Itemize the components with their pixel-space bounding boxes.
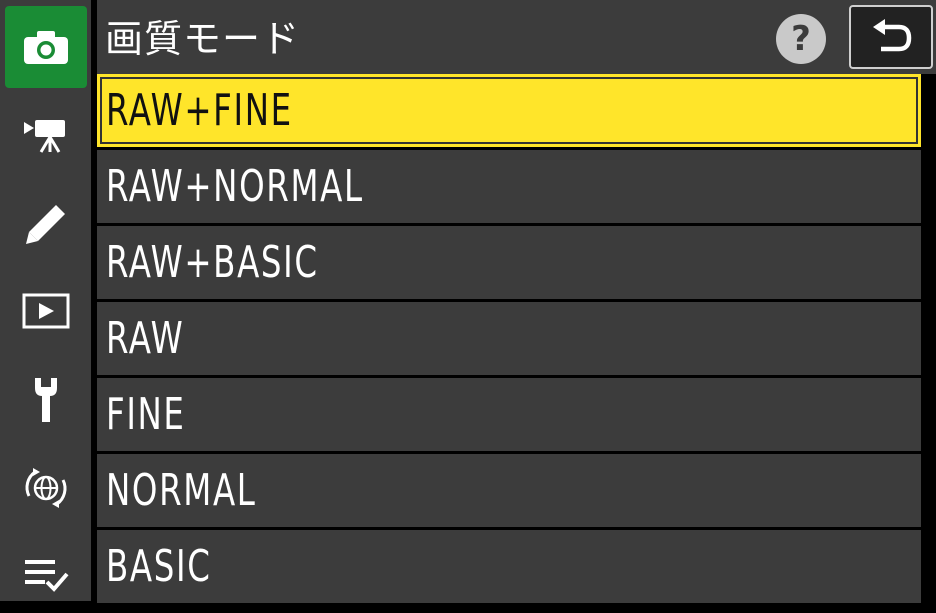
sidebar-item-network[interactable] [5,449,87,527]
sidebar-item-playback[interactable] [5,272,87,350]
network-icon [25,468,67,508]
wrench-icon [35,378,57,422]
playback-icon [22,293,70,329]
camera-icon [24,31,68,64]
list-item-raw[interactable]: RAW [97,302,921,375]
list-item-basic[interactable]: BASIC [97,530,921,603]
list-item-raw-fine[interactable]: RAW+FINE [97,74,921,147]
list-item-raw-normal[interactable]: RAW+NORMAL [97,150,921,223]
my-menu-icon [25,560,69,592]
help-button[interactable]: ? [776,14,826,64]
sidebar-item-movie-shooting[interactable] [5,95,87,173]
menu-header: 画質モード ? [97,0,936,74]
page-title: 画質モード [105,17,301,61]
sidebar-item-photo-shooting[interactable] [5,6,87,88]
menu-sidebar [0,0,91,601]
list-item-fine[interactable]: FINE [97,378,921,451]
help-icon: ? [791,19,811,59]
movie-camera-icon [24,120,65,153]
list-item-normal[interactable]: NORMAL [97,454,921,527]
pencil-icon [26,205,65,244]
scrollbar-track [921,74,936,601]
sidebar-item-custom-settings[interactable] [5,185,87,263]
return-icon [873,19,912,52]
image-quality-list: RAW+FINE RAW+NORMAL RAW+BASIC RAW FINE N… [97,74,921,606]
list-item-raw-basic[interactable]: RAW+BASIC [97,226,921,299]
sidebar-item-my-menu[interactable] [5,535,87,613]
back-button[interactable] [849,5,933,69]
sidebar-item-setup[interactable] [5,361,87,439]
